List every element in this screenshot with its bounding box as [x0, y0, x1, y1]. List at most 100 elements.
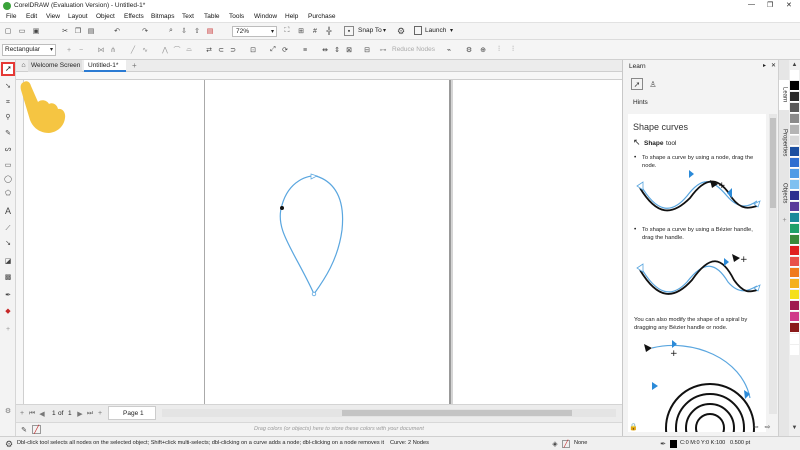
shape-tool-icon[interactable]: ➘: [3, 81, 13, 91]
selected-node[interactable]: [280, 206, 284, 210]
settings-icon[interactable]: ⚙: [3, 406, 13, 416]
horizontal-scroll-thumb[interactable]: [342, 410, 572, 416]
menu-tools[interactable]: Tools: [229, 13, 244, 20]
interactive-fill-tool-icon[interactable]: ◆: [3, 306, 13, 316]
artistic-media-tool-icon[interactable]: ᔕ: [3, 144, 13, 154]
prev-page-icon[interactable]: ◀: [38, 409, 46, 418]
page-tab[interactable]: Page 1: [108, 406, 156, 420]
extend-curve-icon[interactable]: ⊂: [216, 45, 226, 55]
full-screen-icon[interactable]: ⛶: [282, 26, 292, 36]
add-docker-icon[interactable]: +: [780, 216, 789, 225]
menu-view[interactable]: View: [46, 13, 60, 20]
horizontal-scrollbar[interactable]: [162, 409, 616, 417]
mirror-vertical-icon[interactable]: ⇕: [332, 45, 342, 55]
hints-tool-icon[interactable]: ➚: [631, 78, 643, 90]
menu-layout[interactable]: Layout: [68, 13, 88, 20]
zoom-tool-icon[interactable]: ⚲: [3, 112, 13, 122]
delete-node-icon[interactable]: −: [76, 45, 86, 55]
gear-icon[interactable]: ⚙: [396, 26, 406, 36]
palette-swatch[interactable]: [790, 268, 799, 278]
copy-icon[interactable]: ❐: [73, 26, 83, 36]
no-color-swatch[interactable]: ╱: [32, 425, 41, 434]
docker-options-icon[interactable]: ▸: [763, 62, 766, 69]
no-fill-swatch[interactable]: ╱: [562, 440, 570, 448]
text-tool-icon[interactable]: A: [3, 206, 13, 216]
last-page-icon[interactable]: ⏭: [86, 409, 94, 418]
show-guidelines-icon[interactable]: ╬: [324, 26, 334, 36]
show-rulers-icon[interactable]: ⊞: [296, 26, 306, 36]
add-tab-button[interactable]: +: [132, 61, 137, 70]
freehand-tool-icon[interactable]: ✎: [3, 128, 13, 138]
launch-button[interactable]: Launch ▾: [414, 26, 460, 37]
menu-purchase[interactable]: Purchase: [308, 13, 335, 20]
paste-icon[interactable]: ▤: [86, 26, 96, 36]
palette-swatch[interactable]: [790, 158, 799, 168]
break-curve-icon[interactable]: ⋔: [108, 45, 118, 55]
palette-swatch[interactable]: [790, 147, 799, 157]
pick-tool-button[interactable]: ➚: [1, 62, 15, 76]
lock-icon[interactable]: 🔒: [629, 422, 638, 431]
reduce-nodes-slider-icon[interactable]: ⊶: [378, 45, 388, 55]
docker-close-icon[interactable]: ✕: [771, 62, 776, 69]
menu-table[interactable]: Table: [204, 13, 220, 20]
palette-swatch[interactable]: [790, 235, 799, 245]
outline-swatch[interactable]: [670, 440, 677, 448]
palette-swatch[interactable]: [790, 213, 799, 223]
palette-swatch[interactable]: [790, 279, 799, 289]
eyedropper-tool-icon[interactable]: ✒: [3, 290, 13, 300]
add-page-icon[interactable]: +: [18, 409, 26, 418]
save-icon[interactable]: ▣: [31, 26, 41, 36]
snap-icon[interactable]: ▪: [344, 26, 354, 36]
maximize-button[interactable]: ❐: [767, 1, 773, 9]
search-content-icon[interactable]: ⌕: [166, 26, 176, 36]
palette-swatch[interactable]: [790, 290, 799, 300]
menu-text[interactable]: Text: [182, 13, 194, 20]
palette-swatch[interactable]: [790, 334, 799, 344]
elastic-mode-icon[interactable]: ⊠: [344, 45, 354, 55]
back-icon[interactable]: ⇦: [751, 422, 760, 431]
palette-swatch[interactable]: [790, 301, 799, 311]
next-page-icon[interactable]: ▶: [76, 409, 84, 418]
zoom-level-combo[interactable]: 72% ▾: [232, 26, 277, 37]
palette-swatch[interactable]: [790, 180, 799, 190]
crop-tool-icon[interactable]: ⌗: [3, 98, 13, 108]
close-curve-icon[interactable]: ⊃: [228, 45, 238, 55]
home-icon[interactable]: ⌂: [19, 61, 28, 70]
open-icon[interactable]: ▭: [17, 26, 27, 36]
palette-swatch[interactable]: [790, 323, 799, 333]
adjust-sliders-icon[interactable]: ⫶: [494, 45, 504, 55]
palette-swatch[interactable]: [790, 246, 799, 256]
align-nodes-icon[interactable]: ≡: [300, 45, 310, 55]
adjust-sliders-2-icon[interactable]: ⫶: [508, 45, 518, 55]
parallel-dimension-tool-icon[interactable]: ⟋: [3, 224, 13, 234]
menu-edit[interactable]: Edit: [26, 13, 37, 20]
docker-scroll-thumb[interactable]: [770, 118, 776, 208]
learn-person-icon[interactable]: ♙: [647, 78, 659, 90]
rotate-nodes-icon[interactable]: ⟳: [280, 45, 290, 55]
palette-scroll-down-icon[interactable]: ▼: [790, 424, 799, 432]
select-all-nodes-icon[interactable]: ⊟: [362, 45, 372, 55]
ellipse-tool-icon[interactable]: ◯: [3, 174, 13, 184]
rectangle-tool-icon[interactable]: ▭: [3, 160, 13, 170]
extract-subpath-icon[interactable]: ⊡: [248, 45, 258, 55]
export-icon[interactable]: ⇧: [192, 26, 202, 36]
palette-swatch[interactable]: [790, 81, 799, 91]
current-page-number[interactable]: 1: [52, 410, 56, 417]
selection-mode-dropdown[interactable]: Rectangular ▾: [2, 44, 56, 56]
snap-to-button[interactable]: Snap To: [358, 27, 382, 34]
symmetrical-node-icon[interactable]: ⌓: [184, 45, 194, 55]
show-grid-icon[interactable]: #: [310, 26, 320, 36]
palette-swatch[interactable]: [790, 103, 799, 113]
reverse-direction-icon[interactable]: ⇄: [204, 45, 214, 55]
join-nodes-icon[interactable]: ⋈: [96, 45, 106, 55]
tab-welcome-screen[interactable]: Welcome Screen: [28, 60, 82, 72]
drawing-canvas[interactable]: [24, 80, 622, 404]
minimize-button[interactable]: —: [748, 1, 755, 8]
node-options-icon[interactable]: ⚙: [464, 45, 474, 55]
teardrop-curve[interactable]: [24, 80, 622, 404]
menu-effects[interactable]: Effects: [124, 13, 144, 20]
palette-scroll-up-icon[interactable]: ▲: [790, 61, 799, 69]
mirror-horizontal-icon[interactable]: ⇹: [320, 45, 330, 55]
palette-swatch[interactable]: [790, 345, 799, 355]
palette-options-icon[interactable]: ✎: [20, 425, 28, 434]
